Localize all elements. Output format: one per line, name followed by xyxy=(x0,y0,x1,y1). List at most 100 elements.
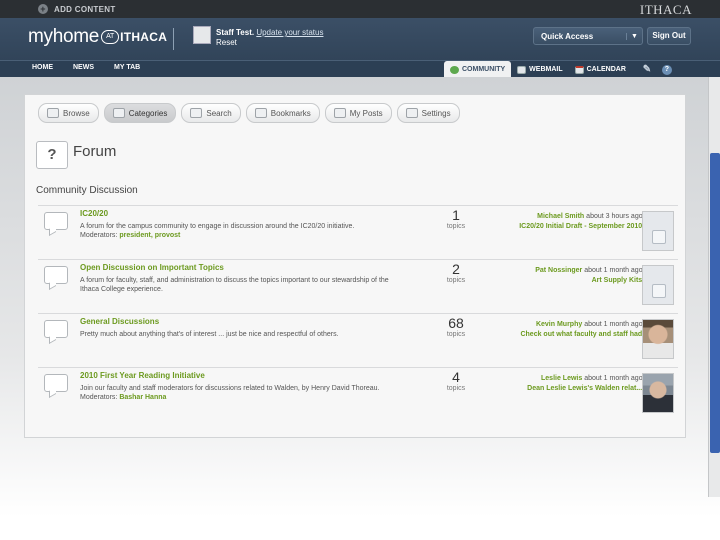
mail-icon xyxy=(517,65,527,74)
last-post-author[interactable]: Pat Nossinger xyxy=(535,267,582,274)
logo-at-badge: AT xyxy=(101,30,120,44)
forum-title-link[interactable]: 2010 First Year Reading Initiative xyxy=(80,371,205,380)
forum-toolbar: Browse Categories Search Bookmarks My Po… xyxy=(38,103,460,123)
forum-description: A forum for the campus community to enga… xyxy=(80,222,400,240)
forum-description: Pretty much about anything that's of int… xyxy=(80,330,400,339)
author-avatar[interactable] xyxy=(642,211,674,251)
reset-status-link[interactable]: Reset xyxy=(216,38,323,48)
moderator-links[interactable]: Bashar Hanna xyxy=(119,394,166,401)
forum-row: IC20/20 A forum for the campus community… xyxy=(38,205,678,257)
topic-count-number: 1 xyxy=(452,207,460,223)
last-post-link[interactable]: Check out what faculty and staff had ... xyxy=(520,331,650,338)
forum-desc-text: A forum for faculty, staff, and administ… xyxy=(80,277,389,293)
nav-my-tab[interactable]: MY TAB xyxy=(114,64,140,71)
topic-count: 4 topics xyxy=(434,369,478,393)
my-posts-label: My Posts xyxy=(349,108,383,118)
tab-community-label: COMMUNITY xyxy=(462,66,506,73)
bookmarks-label: Bookmarks xyxy=(270,108,311,118)
tab-webmail[interactable]: WEBMAIL xyxy=(511,61,568,78)
quick-access-dropdown[interactable]: Quick Access ▼ xyxy=(533,27,643,45)
last-post-author[interactable]: Michael Smith xyxy=(537,213,584,220)
last-post-author[interactable]: Leslie Lewis xyxy=(541,375,582,382)
scrollbar-thumb[interactable] xyxy=(710,153,720,453)
categories-button[interactable]: Categories xyxy=(103,103,177,123)
user-name: Staff Test. xyxy=(216,28,255,37)
settings-button[interactable]: Settings xyxy=(396,103,460,123)
author-photo[interactable] xyxy=(642,319,674,359)
last-post-link[interactable]: IC20/20 Initial Draft - September 2010 xyxy=(519,223,642,230)
search-button[interactable]: Search xyxy=(181,103,241,123)
forum-title-link[interactable]: Open Discussion on Important Topics xyxy=(80,263,224,272)
author-avatar[interactable] xyxy=(642,265,674,305)
my-posts-button[interactable]: My Posts xyxy=(324,103,392,123)
settings-icon xyxy=(405,108,418,118)
bookmark-icon xyxy=(254,108,267,118)
speech-bubble-icon xyxy=(44,212,68,230)
topic-count: 68 topics xyxy=(434,316,478,339)
bookmarks-button[interactable]: Bookmarks xyxy=(245,103,320,123)
myhome-logo[interactable]: myhome AT ITHACA xyxy=(28,26,167,48)
browse-icon xyxy=(47,108,59,118)
user-avatar[interactable] xyxy=(193,26,211,44)
update-status-link[interactable]: Update your status xyxy=(256,28,323,37)
calendar-icon xyxy=(574,65,584,74)
last-post-time: about 3 hours ago in xyxy=(586,213,650,220)
top-utility-bar: + ADD CONTENT ITHACA xyxy=(0,0,720,18)
forum-title-link[interactable]: General Discussions xyxy=(80,317,159,326)
search-icon xyxy=(190,108,203,118)
topic-count-number: 4 xyxy=(452,369,460,385)
globe-icon xyxy=(450,65,459,74)
tab-webmail-label: WEBMAIL xyxy=(529,66,563,73)
logo-ithaca-text: ITHACA xyxy=(120,30,168,44)
last-post-time: about 1 month ago in xyxy=(584,375,650,382)
topic-count-unit: topics xyxy=(446,331,466,338)
last-post-link[interactable]: Dean Leslie Lewis's Walden relat... xyxy=(527,385,642,392)
forum-panel: Browse Categories Search Bookmarks My Po… xyxy=(24,94,686,438)
browse-label: Browse xyxy=(63,108,90,118)
nav-home[interactable]: HOME xyxy=(32,64,53,71)
wrench-icon[interactable]: ✎ xyxy=(642,64,652,75)
speech-bubble-icon xyxy=(44,266,68,284)
header-divider xyxy=(173,28,174,50)
topic-count: 1 topics xyxy=(434,207,478,231)
last-post-time: about 1 month ago in xyxy=(584,321,650,328)
speech-bubble-icon xyxy=(44,374,68,392)
topic-count-number: 2 xyxy=(452,261,460,277)
topic-count: 2 topics xyxy=(434,261,478,285)
ithaca-brand-logo: ITHACA xyxy=(639,2,692,17)
last-post-link[interactable]: Art Supply Kits xyxy=(592,277,643,284)
posts-icon xyxy=(333,108,346,118)
browse-button[interactable]: Browse xyxy=(38,103,99,123)
forum-title-link[interactable]: IC20/20 xyxy=(80,209,108,218)
tab-community[interactable]: COMMUNITY xyxy=(444,61,512,78)
last-post-author[interactable]: Kevin Murphy xyxy=(536,321,582,328)
tab-calendar[interactable]: CALENDAR xyxy=(569,61,632,78)
last-post-info: Kevin Murphy about 1 month ago in Check … xyxy=(490,320,650,340)
topic-count-unit: topics xyxy=(446,223,466,230)
forum-row: General Discussions Pretty much about an… xyxy=(38,313,678,365)
forum-row: Open Discussion on Important Topics A fo… xyxy=(38,259,678,311)
page-title: Forum xyxy=(73,143,117,160)
nav-news[interactable]: NEWS xyxy=(73,64,94,71)
moderator-links[interactable]: president, provost xyxy=(119,232,180,239)
moderators-label: Moderators: xyxy=(80,232,118,239)
add-content-button[interactable]: + ADD CONTENT xyxy=(38,4,116,14)
topic-count-unit: topics xyxy=(446,385,466,392)
help-icon[interactable]: ? xyxy=(661,64,672,75)
quick-access-label: Quick Access xyxy=(541,31,594,41)
tab-calendar-label: CALENDAR xyxy=(586,66,626,73)
author-photo[interactable] xyxy=(642,373,674,413)
plus-icon: + xyxy=(38,4,48,14)
vertical-scrollbar[interactable] xyxy=(708,77,720,497)
forum-desc-text: A forum for the campus community to enga… xyxy=(80,223,355,230)
last-post-info: Pat Nossinger about 1 month ago in Art S… xyxy=(490,266,650,286)
section-title: Community Discussion xyxy=(36,185,138,196)
sign-out-button[interactable]: Sign Out xyxy=(647,27,691,45)
forum-row: 2010 First Year Reading Initiative Join … xyxy=(38,367,678,419)
settings-label: Settings xyxy=(421,108,451,118)
forum-description: A forum for faculty, staff, and administ… xyxy=(80,276,400,294)
topic-count-unit: topics xyxy=(446,277,466,284)
forum-description: Join our faculty and staff moderators fo… xyxy=(80,384,400,402)
forum-desc-text: Pretty much about anything that's of int… xyxy=(80,331,339,338)
speech-bubble-icon xyxy=(44,320,68,338)
